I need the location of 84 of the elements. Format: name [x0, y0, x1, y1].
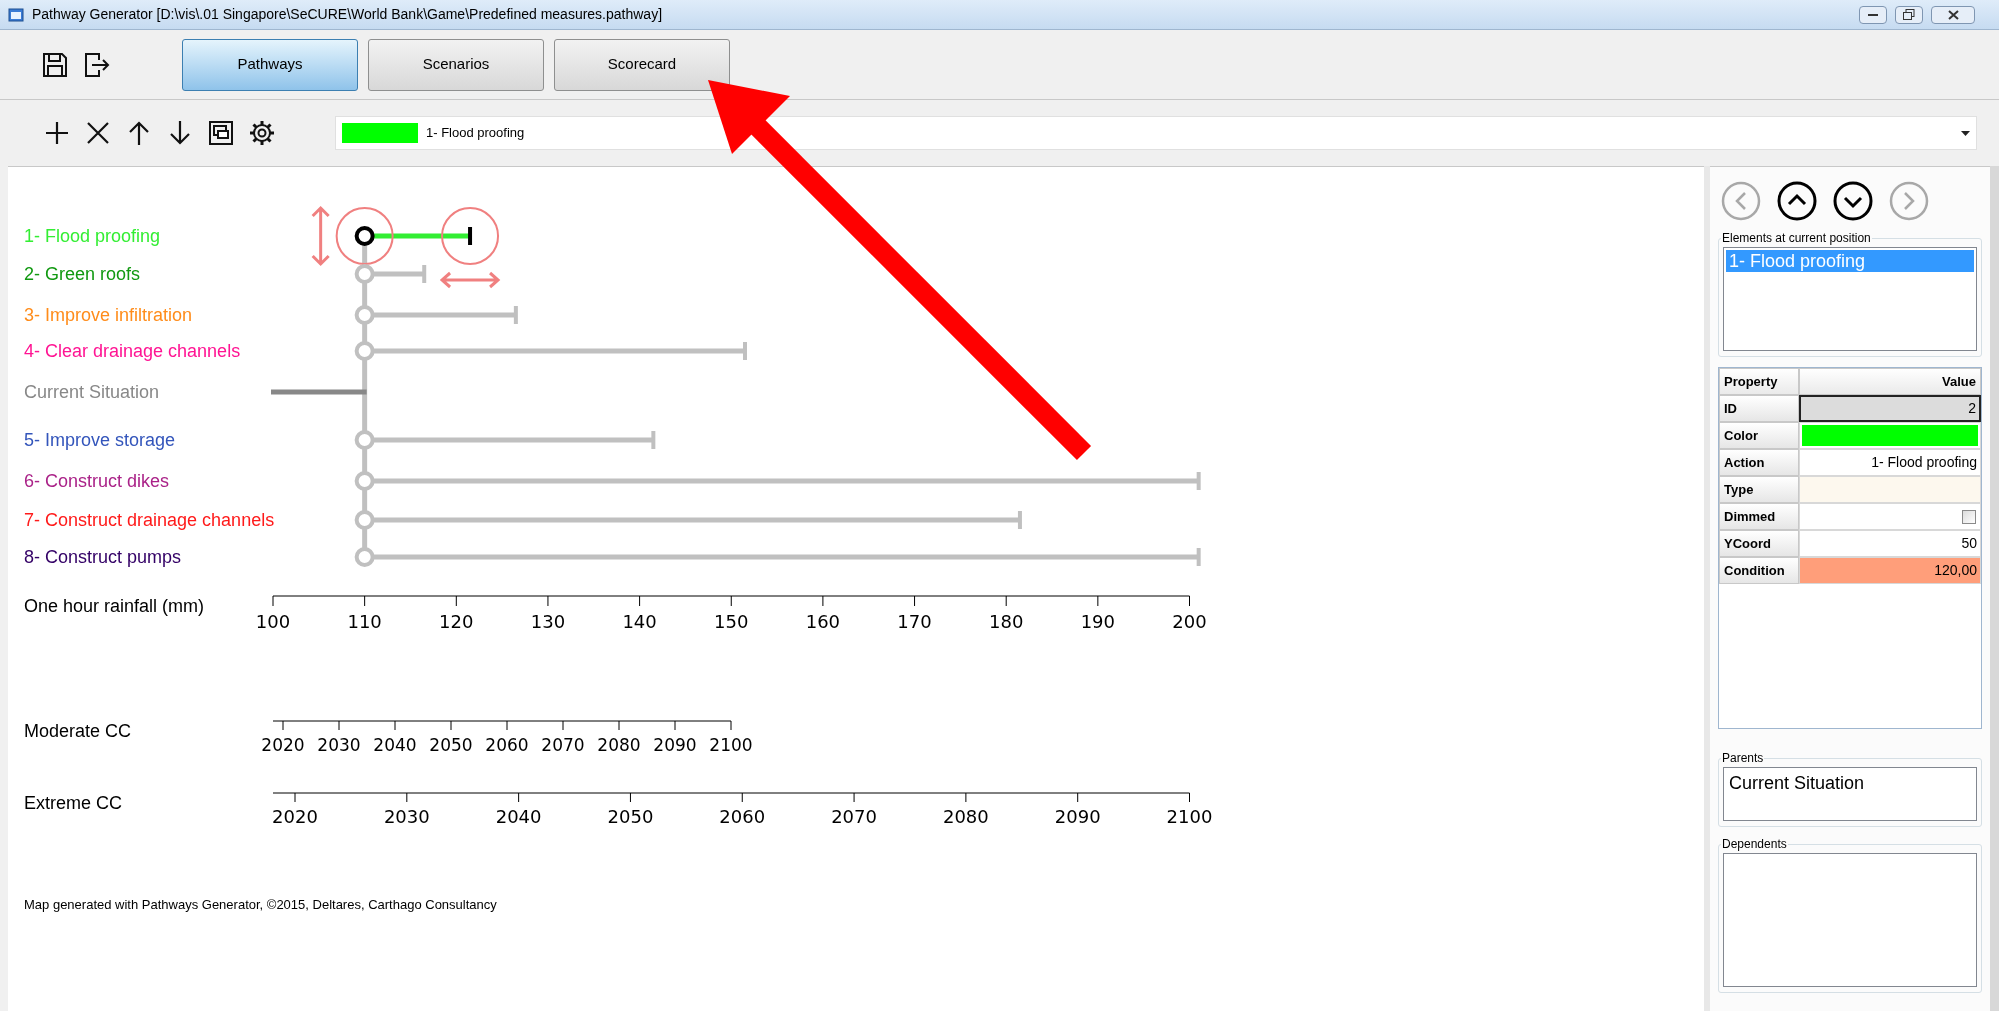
tick-label: 2060: [719, 806, 766, 827]
tick-label: 160: [805, 611, 841, 632]
tick-label: 2060: [485, 735, 529, 755]
axis-title: Extreme CC: [24, 793, 122, 813]
tick-label: 170: [897, 611, 932, 632]
property-value[interactable]: 120,00: [1799, 557, 1981, 584]
pathway-label[interactable]: 5- Improve storage: [24, 430, 176, 450]
delete-icon[interactable]: [85, 120, 111, 146]
tick-label: 2050: [429, 735, 473, 755]
handle-ring[interactable]: [441, 207, 500, 265]
property-name: Type: [1719, 476, 1799, 503]
close-icon: [1947, 9, 1959, 20]
property-name: Action: [1719, 449, 1799, 476]
tick-label: 2030: [383, 806, 430, 827]
tick-label: 2070: [541, 735, 585, 755]
tick-label: 2090: [1054, 806, 1101, 827]
tick-label: 2050: [607, 806, 654, 827]
copy-icon[interactable]: [208, 120, 234, 146]
tick-label: 110: [347, 611, 382, 632]
pathway-label[interactable]: 8- Construct pumps: [24, 547, 182, 567]
axis-title: One hour rainfall (mm): [24, 596, 205, 616]
restore-button[interactable]: [1895, 5, 1923, 24]
property-value[interactable]: 2: [1799, 395, 1981, 422]
group-title: Dependents: [1721, 836, 1788, 853]
tick-label: 120: [439, 611, 474, 632]
down-arrow-icon[interactable]: [167, 120, 193, 146]
tick-label: 2070: [831, 806, 877, 827]
minimize-button[interactable]: [1859, 5, 1887, 24]
tick-label: 2020: [272, 806, 318, 827]
down-chevron-icon[interactable]: [1833, 181, 1873, 221]
footer-text: Map generated with Pathways Generator, ©2015, Deltares, Carthago Consultancy: [24, 897, 497, 912]
column-header: Value: [1799, 368, 1981, 395]
property-name: Condition: [1719, 557, 1799, 584]
group-title: Elements at current position: [1721, 230, 1872, 247]
up-chevron-icon[interactable]: [1777, 181, 1817, 221]
group-title: Parents: [1721, 750, 1765, 767]
restore-icon: [1903, 9, 1915, 20]
tick-label: 2080: [942, 806, 989, 827]
property-name: Color: [1719, 422, 1799, 449]
tab[interactable]: Scenarios: [368, 38, 544, 91]
property-name: ID: [1719, 395, 1799, 422]
dropdown-value: 1- Flood proofing: [426, 124, 526, 143]
tick-label: 2040: [495, 806, 542, 827]
tick-label: 2100: [1166, 806, 1213, 827]
property-name: YCoord: [1719, 530, 1799, 557]
window-title: Pathway Generator [D:\vis\.01 Singapore\SeCURE\World Bank\Game\Predefined measures.pathway]: [32, 5, 663, 24]
tick-label: 2040: [373, 735, 417, 755]
property-name: Dimmed: [1719, 503, 1799, 530]
tick-label: 140: [622, 611, 657, 632]
exit-icon[interactable]: [84, 51, 110, 78]
tab[interactable]: Scorecard: [554, 38, 730, 91]
pathway-label[interactable]: 4- Clear drainage channels: [24, 341, 241, 361]
app-icon: [8, 6, 24, 23]
pathway-label[interactable]: 6- Construct dikes: [24, 471, 170, 491]
list-item[interactable]: Current Situation: [1726, 770, 1974, 797]
pathway-label[interactable]: 2- Green roofs: [24, 264, 141, 284]
action-dropdown[interactable]: 1- Flood proofing: [335, 116, 1977, 150]
tick-label: 2100: [709, 735, 753, 755]
tick-label: 2030: [317, 735, 361, 755]
tick-label: 200: [1172, 611, 1207, 632]
checkbox[interactable]: [1962, 509, 1976, 524]
property-value[interactable]: 50: [1799, 530, 1981, 557]
axis-title: Moderate CC: [24, 721, 132, 741]
close-button[interactable]: [1931, 5, 1975, 24]
caret-icon: [1961, 130, 1970, 136]
tick-label: 100: [255, 611, 291, 632]
save-icon[interactable]: [42, 51, 68, 78]
tick-label: 2020: [261, 735, 305, 755]
tick-label: 2080: [597, 735, 641, 755]
pathway-label[interactable]: Current Situation: [24, 382, 160, 402]
handle-ring[interactable]: [335, 207, 394, 265]
add-icon[interactable]: [44, 120, 70, 146]
tick-label: 2090: [653, 735, 697, 755]
tick-label: 150: [714, 611, 749, 632]
property-value[interactable]: 1- Flood proofing: [1799, 449, 1981, 476]
tick-label: 180: [989, 611, 1024, 632]
pathway-label[interactable]: 7- Construct drainage channels: [24, 510, 275, 530]
horizontal-arrow-icon[interactable]: [439, 271, 501, 289]
column-header: Property: [1719, 368, 1799, 395]
tick-label: 130: [530, 611, 566, 632]
tab[interactable]: Pathways: [182, 38, 358, 91]
settings-icon[interactable]: [249, 120, 275, 146]
selected-pathway[interactable]: [354, 226, 473, 246]
tick-label: 190: [1080, 611, 1116, 632]
